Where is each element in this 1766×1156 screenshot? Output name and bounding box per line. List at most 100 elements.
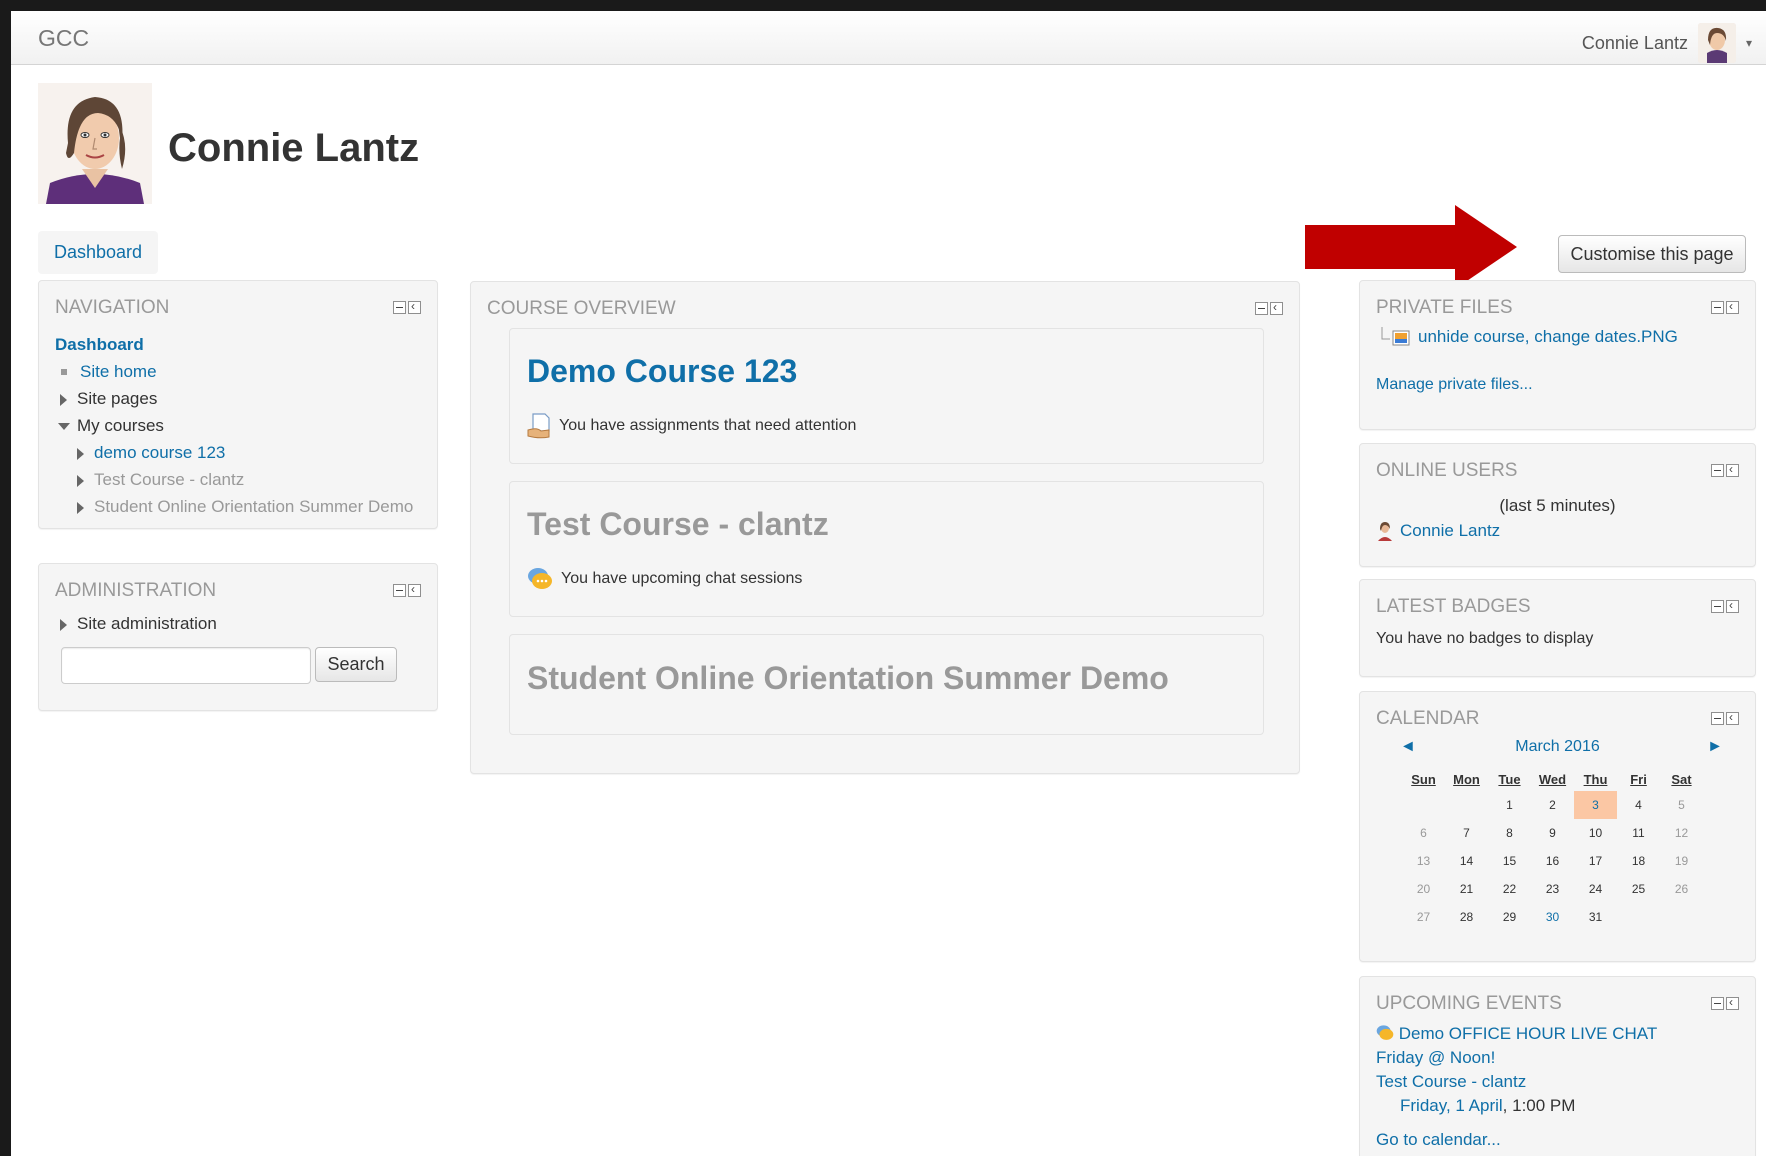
calendar-day[interactable]: 3 [1574, 791, 1617, 819]
red-arrow-icon [1305, 205, 1517, 289]
calendar-day[interactable]: 20 [1402, 875, 1445, 903]
calendar-day[interactable]: 16 [1531, 847, 1574, 875]
block-controls [1711, 710, 1739, 725]
calendar-week-row: 20 21 22 23 24 25 26 [1402, 875, 1703, 903]
calendar-day[interactable]: 5 [1660, 791, 1703, 819]
course-title-link[interactable]: Test Course - clantz [527, 506, 829, 543]
nav-course-link[interactable]: Student Online Orientation Summer Demo [94, 497, 413, 516]
dock-block-icon[interactable] [1726, 710, 1739, 725]
nav-site-pages[interactable]: Site pages [55, 385, 413, 412]
administration-block: ADMINISTRATION Site administration Searc… [38, 563, 438, 711]
navigation-tree: Dashboard Site home Site pages My course… [55, 331, 413, 520]
calendar-block: CALENDAR March 2016 ◄ ► Sun Mon Tue Wed Thu F… [1359, 691, 1756, 962]
dock-block-icon[interactable] [1726, 462, 1739, 477]
calendar-day[interactable]: 11 [1617, 819, 1660, 847]
user-menu[interactable]: Connie Lantz ▾ [1582, 23, 1752, 63]
customise-page-button[interactable]: Customise this page [1558, 235, 1746, 273]
event-title-link[interactable]: Demo OFFICE HOUR LIVE CHAT Friday @ Noon… [1376, 1024, 1657, 1067]
user-menu-name: Connie Lantz [1581, 32, 1688, 53]
caret-down-icon: ▾ [1745, 36, 1752, 50]
calendar-day[interactable]: 30 [1531, 903, 1574, 931]
calendar-day[interactable]: 6 [1402, 819, 1445, 847]
calendar-day[interactable]: 15 [1488, 847, 1531, 875]
calendar-day[interactable]: 24 [1574, 875, 1617, 903]
calendar-day[interactable]: 8 [1488, 819, 1531, 847]
course-card: Demo Course 123 You have assignments tha… [509, 328, 1264, 464]
nav-course-link[interactable]: Test Course - clantz [94, 470, 244, 489]
manage-private-files-link[interactable]: Manage private files... [1376, 376, 1533, 394]
online-users-block: ONLINE USERS (last 5 minutes) Connie Lan… [1359, 443, 1756, 567]
online-user-link[interactable]: Connie Lantz [1400, 521, 1500, 541]
calendar-day[interactable]: 12 [1660, 819, 1703, 847]
dock-block-icon[interactable] [1726, 995, 1739, 1010]
dock-block-icon[interactable] [408, 582, 421, 597]
calendar-month-link[interactable]: March 2016 [1360, 738, 1755, 756]
calendar-day[interactable]: 19 [1660, 847, 1703, 875]
site-brand-link[interactable]: GCC [38, 25, 89, 52]
dock-block-icon[interactable] [1726, 299, 1739, 314]
hide-block-icon[interactable] [393, 301, 406, 314]
calendar-day[interactable]: 21 [1445, 875, 1488, 903]
course-title-link[interactable]: Student Online Orientation Summer Demo [527, 660, 1169, 697]
calendar-day[interactable]: 22 [1488, 875, 1531, 903]
dock-block-icon[interactable] [408, 299, 421, 314]
upcoming-events-block-title: UPCOMING EVENTS [1376, 993, 1562, 1014]
nav-my-courses[interactable]: My courses [55, 412, 413, 439]
event-date-link[interactable]: Friday, 1 April [1400, 1096, 1503, 1115]
calendar-day[interactable]: 7 [1445, 819, 1488, 847]
hide-block-icon[interactable] [1711, 464, 1724, 477]
next-month-icon[interactable]: ► [1707, 738, 1723, 756]
calendar-empty-cell [1660, 903, 1703, 931]
calendar-empty-cell [1445, 791, 1488, 819]
private-file-item[interactable]: unhide course, change dates.PNG [1376, 327, 1678, 347]
calendar-day[interactable]: 13 [1402, 847, 1445, 875]
calendar-day[interactable]: 29 [1488, 903, 1531, 931]
calendar-day[interactable]: 14 [1445, 847, 1488, 875]
calendar-day[interactable]: 28 [1445, 903, 1488, 931]
calendar-empty-cell [1617, 903, 1660, 931]
calendar-day[interactable]: 17 [1574, 847, 1617, 875]
calendar-day[interactable]: 1 [1488, 791, 1531, 819]
hide-block-icon[interactable] [393, 584, 406, 597]
admin-search-button[interactable]: Search [315, 647, 397, 682]
admin-search-input[interactable] [61, 647, 311, 684]
event-course-link[interactable]: Test Course - clantz [1376, 1072, 1526, 1091]
hide-block-icon[interactable] [1711, 997, 1724, 1010]
previous-month-icon[interactable]: ◄ [1400, 738, 1416, 756]
block-controls [393, 582, 421, 597]
online-users-note: (last 5 minutes) [1499, 496, 1616, 515]
calendar-day[interactable]: 27 [1402, 903, 1445, 931]
hide-block-icon[interactable] [1711, 301, 1724, 314]
calendar-day[interactable]: 4 [1617, 791, 1660, 819]
nav-site-administration[interactable]: Site administration [60, 614, 217, 634]
nav-my-courses-label: My courses [77, 416, 164, 435]
calendar-day[interactable]: 23 [1531, 875, 1574, 903]
hide-block-icon[interactable] [1255, 302, 1268, 315]
nav-dashboard-link[interactable]: Dashboard [55, 335, 144, 354]
calendar-day[interactable]: 25 [1617, 875, 1660, 903]
breadcrumb-dashboard-link[interactable]: Dashboard [54, 242, 142, 263]
calendar-day[interactable]: 10 [1574, 819, 1617, 847]
calendar-day[interactable]: 18 [1617, 847, 1660, 875]
calendar-week-row: 12345 [1402, 791, 1703, 819]
hide-block-icon[interactable] [1711, 712, 1724, 725]
course-title-link[interactable]: Demo Course 123 [527, 353, 797, 390]
go-to-calendar-link[interactable]: Go to calendar... [1376, 1130, 1501, 1149]
nav-course-link[interactable]: demo course 123 [94, 443, 225, 462]
private-file-link[interactable]: unhide course, change dates.PNG [1418, 327, 1678, 347]
block-controls [1711, 995, 1739, 1010]
calendar-day[interactable]: 31 [1574, 903, 1617, 931]
calendar-day[interactable]: 9 [1531, 819, 1574, 847]
calendar-weekday: Fri [1630, 771, 1647, 787]
administration-block-title: ADMINISTRATION [55, 580, 217, 601]
calendar-week-row: 27 28 29 30 31 [1402, 903, 1703, 931]
dock-block-icon[interactable] [1726, 598, 1739, 613]
online-user-item[interactable]: Connie Lantz [1376, 521, 1500, 541]
hide-block-icon[interactable] [1711, 600, 1724, 613]
calendar-weekday: Tue [1498, 771, 1521, 787]
profile-picture [38, 83, 152, 204]
calendar-day[interactable]: 26 [1660, 875, 1703, 903]
nav-site-home-link[interactable]: Site home [80, 362, 157, 381]
dock-block-icon[interactable] [1270, 300, 1283, 315]
calendar-day[interactable]: 2 [1531, 791, 1574, 819]
